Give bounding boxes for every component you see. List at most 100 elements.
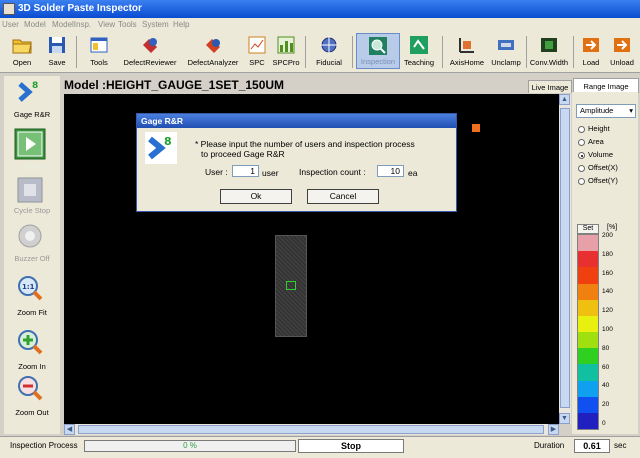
cycle-stop-button[interactable]: Cycle Stop xyxy=(4,176,60,216)
floppy-disk-icon xyxy=(49,37,65,53)
inspection-button[interactable]: Inspection xyxy=(356,33,400,69)
window-title: 3D Solder Paste Inspector xyxy=(18,3,142,14)
unclamp-icon xyxy=(498,40,514,50)
save-button[interactable]: Save xyxy=(42,33,72,69)
menu-user[interactable]: User xyxy=(2,20,19,29)
color-scale-band xyxy=(578,380,598,398)
inspection-magnifier-icon xyxy=(369,37,387,55)
color-scale-band xyxy=(578,364,598,381)
cancel-button[interactable]: Cancel xyxy=(307,189,379,204)
scroll-left-arrow-icon[interactable]: ◀ xyxy=(64,424,75,435)
model-label: Model : xyxy=(64,78,106,92)
radio-offset-y[interactable] xyxy=(578,178,585,185)
menu-bar: User Model ModelInsp. View Tools System … xyxy=(0,18,640,32)
color-scale-band xyxy=(578,283,598,301)
user-unit: user xyxy=(262,168,279,178)
unload-arrow-icon xyxy=(614,38,630,52)
zoom-in-button[interactable]: Zoom In xyxy=(4,328,60,374)
scale-tick-label: 160 xyxy=(602,269,613,277)
menu-system[interactable]: System xyxy=(142,20,169,29)
radio-area-label: Area xyxy=(588,137,604,146)
toolbar-separator xyxy=(526,36,527,68)
tab-live-image[interactable]: Live Image xyxy=(528,80,572,93)
user-count-input[interactable]: 1 xyxy=(232,165,259,177)
tab-range-image[interactable]: Range Image xyxy=(573,78,639,93)
dialog-message-line2: to proceed Gage R&R xyxy=(201,149,285,159)
menu-tools[interactable]: Tools xyxy=(118,20,137,29)
menu-view[interactable]: View xyxy=(98,20,115,29)
conv-width-button[interactable]: Conv.Width xyxy=(528,33,570,69)
zoom-out-magnifier-icon xyxy=(18,376,43,401)
status-label: Inspection Process xyxy=(10,441,78,450)
scale-unit: [%] xyxy=(607,224,618,231)
inspection-count-label: Inspection count : xyxy=(299,167,366,177)
color-scale-band xyxy=(578,315,598,333)
inspection-count-input[interactable]: 10 xyxy=(377,165,404,177)
load-button[interactable]: Load xyxy=(576,33,606,69)
scale-tick-label: 0 xyxy=(602,420,606,427)
horizontal-scroll-thumb[interactable] xyxy=(78,425,544,434)
scroll-up-arrow-icon[interactable]: ▲ xyxy=(559,94,570,105)
axis-home-button[interactable]: AxisHome xyxy=(446,33,488,69)
gage-rr-dialog-icon: 8 xyxy=(145,132,177,164)
open-button[interactable]: Open xyxy=(2,33,42,69)
zoom-out-button[interactable]: Zoom Out xyxy=(4,374,60,420)
color-scale-bar xyxy=(577,234,599,430)
amplitude-dropdown[interactable]: Amplitude ▾ xyxy=(576,104,636,118)
horizontal-scrollbar[interactable]: ◀ ▶ xyxy=(64,424,559,435)
teaching-button[interactable]: Teaching xyxy=(400,33,438,69)
orange-marker xyxy=(472,124,480,132)
spc-chart-icon xyxy=(248,36,266,54)
defect-reviewer-button[interactable]: DefectReviewer xyxy=(118,33,182,69)
amplitude-dropdown-value: Amplitude xyxy=(580,106,614,115)
scale-tick-label: 200 xyxy=(602,232,613,239)
model-name: HEIGHT_GAUGE_1SET_150UM xyxy=(106,78,285,92)
menu-model-insp[interactable]: ModelInsp. xyxy=(52,20,91,29)
radio-offset-x[interactable] xyxy=(578,165,585,172)
radio-volume[interactable] xyxy=(578,152,585,159)
buzzer-icon xyxy=(18,224,42,248)
spc-button[interactable]: SPC xyxy=(244,33,270,69)
menu-help[interactable]: Help xyxy=(173,20,189,29)
right-panel: Amplitude ▾ Height Area Volume Offset(X)… xyxy=(572,92,638,434)
inspection-roi-marker[interactable] xyxy=(286,281,296,290)
load-arrow-icon xyxy=(583,38,599,52)
scroll-down-arrow-icon[interactable]: ▼ xyxy=(559,413,570,424)
fiducial-button[interactable]: Fiducial xyxy=(309,33,349,69)
color-scale-band xyxy=(578,251,598,268)
menu-model[interactable]: Model xyxy=(24,20,46,29)
scale-tick-label: 20 xyxy=(602,401,610,409)
ok-button[interactable]: Ok xyxy=(220,189,292,204)
set-button[interactable]: Set xyxy=(577,224,599,234)
axis-home-icon xyxy=(459,38,474,53)
status-bar: Inspection Process 0 % Stop Duration 0.6… xyxy=(0,436,640,458)
gage-rr-button[interactable]: 8 Gage R&R xyxy=(4,76,60,120)
zoom-fit-button[interactable]: 1:1 Zoom Fit xyxy=(4,274,60,320)
progress-text: 0 % xyxy=(183,441,197,450)
app-icon xyxy=(3,3,15,15)
vertical-scrollbar[interactable]: ▲ ▼ xyxy=(559,94,571,424)
radio-area[interactable] xyxy=(578,139,585,146)
tools-window-icon xyxy=(90,37,108,53)
radio-height[interactable] xyxy=(578,126,585,133)
spcpro-chart-icon xyxy=(277,36,295,54)
unclamp-button[interactable]: Unclamp xyxy=(488,33,524,69)
defect-analyzer-button[interactable]: DefectAnalyzer xyxy=(182,33,244,69)
buzzer-off-button[interactable]: Buzzer Off xyxy=(4,222,60,264)
color-scale-band xyxy=(578,412,598,430)
conveyor-width-icon xyxy=(541,38,557,52)
scroll-right-arrow-icon[interactable]: ▶ xyxy=(548,424,559,435)
toolbar-separator xyxy=(76,36,77,68)
cycle-stop-icon xyxy=(17,177,43,203)
start-button[interactable]: Start xyxy=(4,126,60,172)
duration-label: Duration xyxy=(534,441,565,450)
toolbar-separator xyxy=(352,36,353,68)
main-toolbar: Open Save Tools DefectReviewer DefectAna… xyxy=(0,32,640,73)
spcpro-button[interactable]: SPCPro xyxy=(270,33,302,69)
unload-button[interactable]: Unload xyxy=(606,33,638,69)
stop-status-button[interactable]: Stop xyxy=(298,439,404,453)
vertical-scroll-thumb[interactable] xyxy=(560,108,570,408)
tools-button[interactable]: Tools xyxy=(80,33,118,69)
crosshair-icon xyxy=(320,36,338,54)
scale-tick-label: 60 xyxy=(602,363,610,371)
